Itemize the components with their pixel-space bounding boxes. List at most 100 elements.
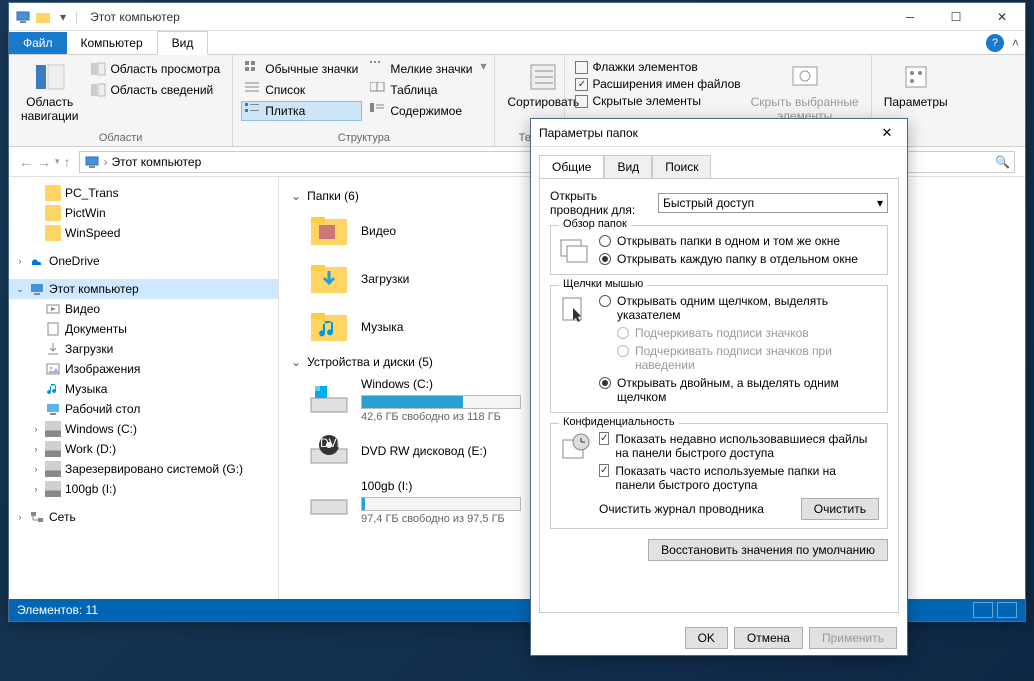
cancel-button[interactable]: Отмена <box>734 627 803 649</box>
tree-item-100gb-i[interactable]: ›100gb (I:) <box>9 479 278 499</box>
radio-double-click[interactable]: Открывать двойным, а выделять одним щелч… <box>599 376 879 404</box>
tree-item-onedrive[interactable]: ›OneDrive <box>9 251 278 271</box>
preview-pane-button[interactable]: Область просмотра <box>86 59 224 79</box>
tree-item-this-pc[interactable]: ⌄Этот компьютер <box>9 279 278 299</box>
tab-file[interactable]: Файл <box>9 32 67 54</box>
radio-underline-hover: Подчеркивать подписи значков при наведен… <box>599 344 879 372</box>
download-icon <box>45 341 61 357</box>
search-icon: 🔍 <box>995 155 1010 169</box>
nav-tree[interactable]: PC_Trans PictWin WinSpeed ›OneDrive ⌄Это… <box>9 177 279 599</box>
dialog-tab-view[interactable]: Вид <box>604 155 652 179</box>
tree-item-work-d[interactable]: ›Work (D:) <box>9 439 278 459</box>
dialog-tab-general[interactable]: Общие <box>539 155 604 179</box>
list-button[interactable]: Список <box>241 80 362 100</box>
forward-button[interactable]: → <box>37 154 51 170</box>
dropdown-icon[interactable]: ▾ <box>55 9 71 25</box>
fieldset-browse: Обзор папок Открывать папки в одном и то… <box>550 225 888 275</box>
minimize-button[interactable]: ─ <box>887 3 933 31</box>
layout-more-icon[interactable]: ▾ <box>480 59 486 73</box>
dialog-close-button[interactable]: ✕ <box>867 120 907 146</box>
dialog-title-bar: Параметры папок ✕ <box>531 119 907 147</box>
folder-icon <box>35 9 51 25</box>
drive-c-progress <box>361 395 521 409</box>
document-icon <box>45 321 61 337</box>
tree-item-videos[interactable]: Видео <box>9 299 278 319</box>
computer-icon <box>29 281 45 297</box>
folder-icon <box>309 259 349 299</box>
fieldset-clicks: Щелчки мышью Открывать одним щелчком, вы… <box>550 285 888 413</box>
drive-icon <box>309 380 349 420</box>
tab-computer[interactable]: Компьютер <box>67 32 157 54</box>
check-show-recent[interactable]: ✓Показать недавно использовавшиеся файлы… <box>599 432 879 460</box>
close-button[interactable]: ✕ <box>979 3 1025 31</box>
computer-icon <box>84 154 100 170</box>
small-icons-button[interactable]: Мелкие значки <box>366 59 476 79</box>
hide-selected-button[interactable]: Скрыть выбранные элементы <box>747 59 863 125</box>
dvd-icon: DVD <box>309 431 349 471</box>
cursor-icon <box>559 294 591 326</box>
radio-underline-icons: Подчеркивать подписи значков <box>599 326 879 340</box>
normal-icons-button[interactable]: Обычные значки <box>241 59 362 79</box>
restore-defaults-button[interactable]: Восстановить значения по умолчанию <box>648 539 888 561</box>
nav-pane-button[interactable]: Область навигации <box>17 59 82 125</box>
checkbox-hidden[interactable]: Скрытые элементы <box>573 93 742 109</box>
checkbox-extensions[interactable]: ✓Расширения имен файлов <box>573 76 742 92</box>
folder-options-dialog: Параметры папок ✕ Общие Вид Поиск Открыт… <box>530 118 908 656</box>
privacy-icon <box>559 432 591 464</box>
up-button[interactable]: ↑ <box>64 154 71 170</box>
tiles-button[interactable]: Плитка <box>241 101 362 121</box>
tree-item-documents[interactable]: Документы <box>9 319 278 339</box>
drive-icon <box>309 482 349 522</box>
group-label-areas: Области <box>17 132 224 146</box>
tree-item-downloads[interactable]: Загрузки <box>9 339 278 359</box>
view-large-button[interactable] <box>997 602 1017 618</box>
apply-button[interactable]: Применить <box>809 627 897 649</box>
status-count: Элементов: 11 <box>17 603 98 617</box>
options-button[interactable]: Параметры <box>880 59 952 111</box>
radio-new-window[interactable]: Открывать каждую папку в отдельном окне <box>599 252 879 266</box>
computer-icon <box>15 9 31 25</box>
chevron-up-icon[interactable]: ˄ <box>1012 36 1019 50</box>
help-button[interactable]: ? <box>986 34 1004 52</box>
tree-item-network[interactable]: ›Сеть <box>9 507 278 527</box>
tree-item-music[interactable]: Музыка <box>9 379 278 399</box>
dialog-footer: OK Отмена Применить <box>531 621 907 655</box>
options-label: Параметры <box>884 95 948 109</box>
tree-item-pictwin[interactable]: PictWin <box>9 203 278 223</box>
title-bar: ▾ | Этот компьютер ─ ☐ ✕ <box>9 3 1025 31</box>
maximize-button[interactable]: ☐ <box>933 3 979 31</box>
dialog-tab-search[interactable]: Поиск <box>652 155 711 179</box>
browse-icon <box>559 234 591 266</box>
checkbox-item-checkboxes[interactable]: Флажки элементов <box>573 59 742 75</box>
tree-item-desktop[interactable]: Рабочий стол <box>9 399 278 419</box>
svg-text:DVD: DVD <box>320 436 346 450</box>
dialog-body: Открыть проводник для: Быстрый доступ▾ О… <box>539 178 899 613</box>
back-button[interactable]: ← <box>19 154 33 170</box>
drive-i-progress <box>361 497 521 511</box>
open-explorer-select[interactable]: Быстрый доступ▾ <box>658 193 888 213</box>
music-icon <box>45 381 61 397</box>
clear-button[interactable]: Очистить <box>801 498 879 520</box>
radio-single-click[interactable]: Открывать одним щелчком, выделять указат… <box>599 294 879 322</box>
radio-same-window[interactable]: Открывать папки в одном и том же окне <box>599 234 879 248</box>
check-show-frequent[interactable]: ✓Показать часто используемые папки на па… <box>599 464 879 492</box>
recent-button[interactable]: ▾ <box>55 156 60 167</box>
tree-item-pctrans[interactable]: PC_Trans <box>9 183 278 203</box>
ok-button[interactable]: OK <box>685 627 728 649</box>
tree-item-reserved-g[interactable]: ›Зарезервировано системой (G:) <box>9 459 278 479</box>
dialog-tabs: Общие Вид Поиск <box>531 147 907 178</box>
video-icon <box>45 301 61 317</box>
tree-item-pictures[interactable]: Изображения <box>9 359 278 379</box>
tab-view[interactable]: Вид <box>157 31 209 55</box>
tree-item-windows-c[interactable]: ›Windows (C:) <box>9 419 278 439</box>
view-details-button[interactable] <box>973 602 993 618</box>
table-button[interactable]: Таблица <box>366 80 476 100</box>
ribbon-group-areas: Область навигации Область просмотра Обла… <box>9 55 233 146</box>
browse-legend: Обзор папок <box>559 218 631 230</box>
content-button[interactable]: Содержимое <box>366 101 476 121</box>
details-pane-button[interactable]: Область сведений <box>86 80 224 100</box>
tree-item-winspeed[interactable]: WinSpeed <box>9 223 278 243</box>
window-title: Этот компьютер <box>84 10 887 24</box>
cloud-icon <box>29 253 45 269</box>
picture-icon <box>45 361 61 377</box>
